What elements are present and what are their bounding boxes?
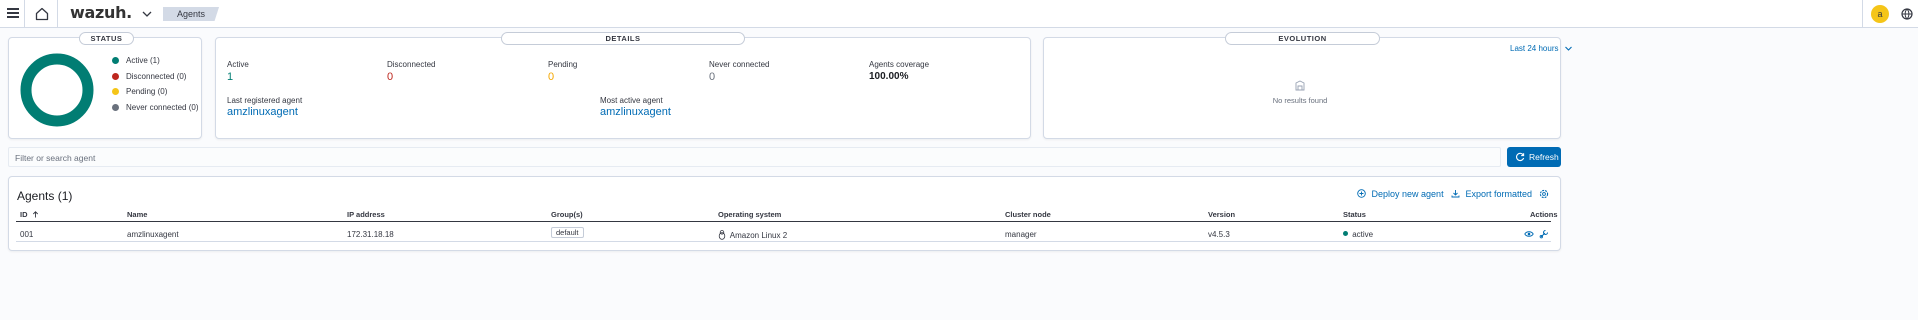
last-registered-agent-link[interactable]: amzlinuxagent bbox=[227, 106, 298, 118]
legend-dot bbox=[112, 73, 119, 80]
legend-dot bbox=[112, 57, 119, 64]
column-header-status[interactable]: Status bbox=[1343, 210, 1366, 219]
column-header-os[interactable]: Operating system bbox=[718, 210, 781, 219]
refresh-icon bbox=[1516, 152, 1525, 162]
export-icon bbox=[1451, 190, 1460, 198]
stat-label-never-connected: Never connected bbox=[709, 60, 770, 69]
legend-item-disconnected[interactable]: Disconnected (0) bbox=[112, 72, 187, 81]
most-active-agent-link[interactable]: amzlinuxagent bbox=[600, 106, 671, 118]
deploy-label: Deploy new agent bbox=[1371, 189, 1444, 199]
stat-label-disconnected: Disconnected bbox=[387, 60, 436, 69]
legend-item-active[interactable]: Active (1) bbox=[112, 56, 160, 65]
agent-search-input[interactable]: Filter or search agent bbox=[8, 147, 1501, 167]
configuration-wrench-icon[interactable] bbox=[1539, 229, 1549, 239]
column-header-ip[interactable]: IP address bbox=[347, 210, 385, 219]
top-bar: wazuh. Agents a bbox=[0, 0, 1918, 28]
status-donut-chart bbox=[20, 53, 94, 127]
plus-circle-icon bbox=[1357, 189, 1366, 198]
column-header-cluster-node[interactable]: Cluster node bbox=[1005, 210, 1051, 219]
column-header-version[interactable]: Version bbox=[1208, 210, 1235, 219]
stat-value-active[interactable]: 1 bbox=[227, 71, 233, 83]
agents-table-title: Agents (1) bbox=[17, 189, 73, 203]
cell-name: amzlinuxagent bbox=[127, 230, 179, 239]
legend-label: Never connected (0) bbox=[126, 103, 199, 112]
export-formatted-button[interactable]: Export formatted bbox=[1451, 189, 1532, 199]
breadcrumb-agents[interactable]: Agents bbox=[163, 7, 220, 21]
most-active-label: Most active agent bbox=[600, 96, 663, 105]
stat-label-pending: Pending bbox=[548, 60, 578, 69]
empty-text: No results found bbox=[1272, 96, 1328, 105]
cell-id: 001 bbox=[20, 230, 34, 239]
panel-title: STATUS bbox=[79, 32, 134, 45]
legend-label: Active (1) bbox=[126, 56, 160, 65]
divider bbox=[1862, 0, 1863, 28]
divider bbox=[57, 0, 58, 28]
status-dot bbox=[1343, 231, 1348, 236]
donut-slice-active bbox=[20, 53, 94, 127]
cell-os: Amazon Linux 2 bbox=[718, 230, 787, 240]
chevron-down-icon[interactable] bbox=[140, 7, 154, 21]
time-range-label: Last 24 hours bbox=[1510, 44, 1559, 53]
details-panel: DETAILS bbox=[215, 32, 1031, 139]
avatar[interactable]: a bbox=[1871, 5, 1889, 23]
os-label: Amazon Linux 2 bbox=[729, 231, 788, 240]
status-label: active bbox=[1352, 230, 1374, 239]
stat-value-coverage: 100.00% bbox=[869, 71, 909, 82]
linux-penguin-icon bbox=[718, 230, 726, 240]
stat-label-active: Active bbox=[227, 60, 249, 69]
last-registered-label: Last registered agent bbox=[227, 96, 303, 105]
divider bbox=[24, 0, 25, 28]
view-eye-icon[interactable] bbox=[1524, 229, 1534, 239]
legend-dot bbox=[112, 88, 119, 95]
panel-title: EVOLUTION bbox=[1225, 32, 1380, 45]
column-header-id[interactable]: ID bbox=[20, 210, 39, 219]
export-label: Export formatted bbox=[1465, 189, 1533, 199]
cell-cluster-node: manager bbox=[1005, 230, 1037, 239]
home-icon[interactable] bbox=[34, 6, 50, 22]
table-settings-gear-icon[interactable] bbox=[1539, 189, 1549, 199]
row-divider bbox=[16, 241, 1551, 242]
wazuh-logo[interactable]: wazuh. bbox=[70, 3, 132, 22]
column-header-groups[interactable]: Group(s) bbox=[551, 210, 583, 219]
column-header-label: ID bbox=[20, 210, 28, 219]
column-header-actions: Actions bbox=[1530, 210, 1558, 219]
sort-ascending-icon bbox=[32, 211, 38, 218]
chevron-down-icon bbox=[1564, 47, 1572, 52]
stat-value-pending[interactable]: 0 bbox=[548, 71, 554, 83]
cell-ip: 172.31.18.18 bbox=[347, 230, 394, 239]
cell-status: active bbox=[1343, 230, 1373, 239]
stat-value-never-connected[interactable]: 0 bbox=[709, 71, 715, 83]
menu-icon[interactable] bbox=[7, 8, 19, 18]
stat-label-coverage: Agents coverage bbox=[869, 60, 930, 69]
legend-item-pending[interactable]: Pending (0) bbox=[112, 87, 168, 96]
panel-title: DETAILS bbox=[501, 32, 745, 45]
time-range-select[interactable]: Last 24 hours bbox=[1510, 44, 1573, 53]
legend-label: Pending (0) bbox=[126, 87, 168, 96]
group-badge[interactable]: default bbox=[551, 227, 584, 238]
header-divider bbox=[16, 221, 1551, 222]
empty-chart-icon bbox=[1295, 80, 1305, 91]
deploy-new-agent-button[interactable]: Deploy new agent bbox=[1357, 189, 1444, 199]
refresh-label: Refresh bbox=[1529, 152, 1559, 162]
legend-item-never-connected[interactable]: Never connected (0) bbox=[112, 103, 199, 112]
legend-label: Disconnected (0) bbox=[126, 72, 187, 81]
column-header-name[interactable]: Name bbox=[127, 210, 147, 219]
help-globe-icon[interactable] bbox=[1900, 7, 1914, 21]
empty-state: No results found bbox=[1170, 80, 1430, 105]
cell-version: v4.5.3 bbox=[1208, 230, 1230, 239]
refresh-button[interactable]: Refresh bbox=[1507, 147, 1561, 167]
stat-value-disconnected[interactable]: 0 bbox=[387, 71, 393, 83]
legend-dot bbox=[112, 104, 119, 111]
